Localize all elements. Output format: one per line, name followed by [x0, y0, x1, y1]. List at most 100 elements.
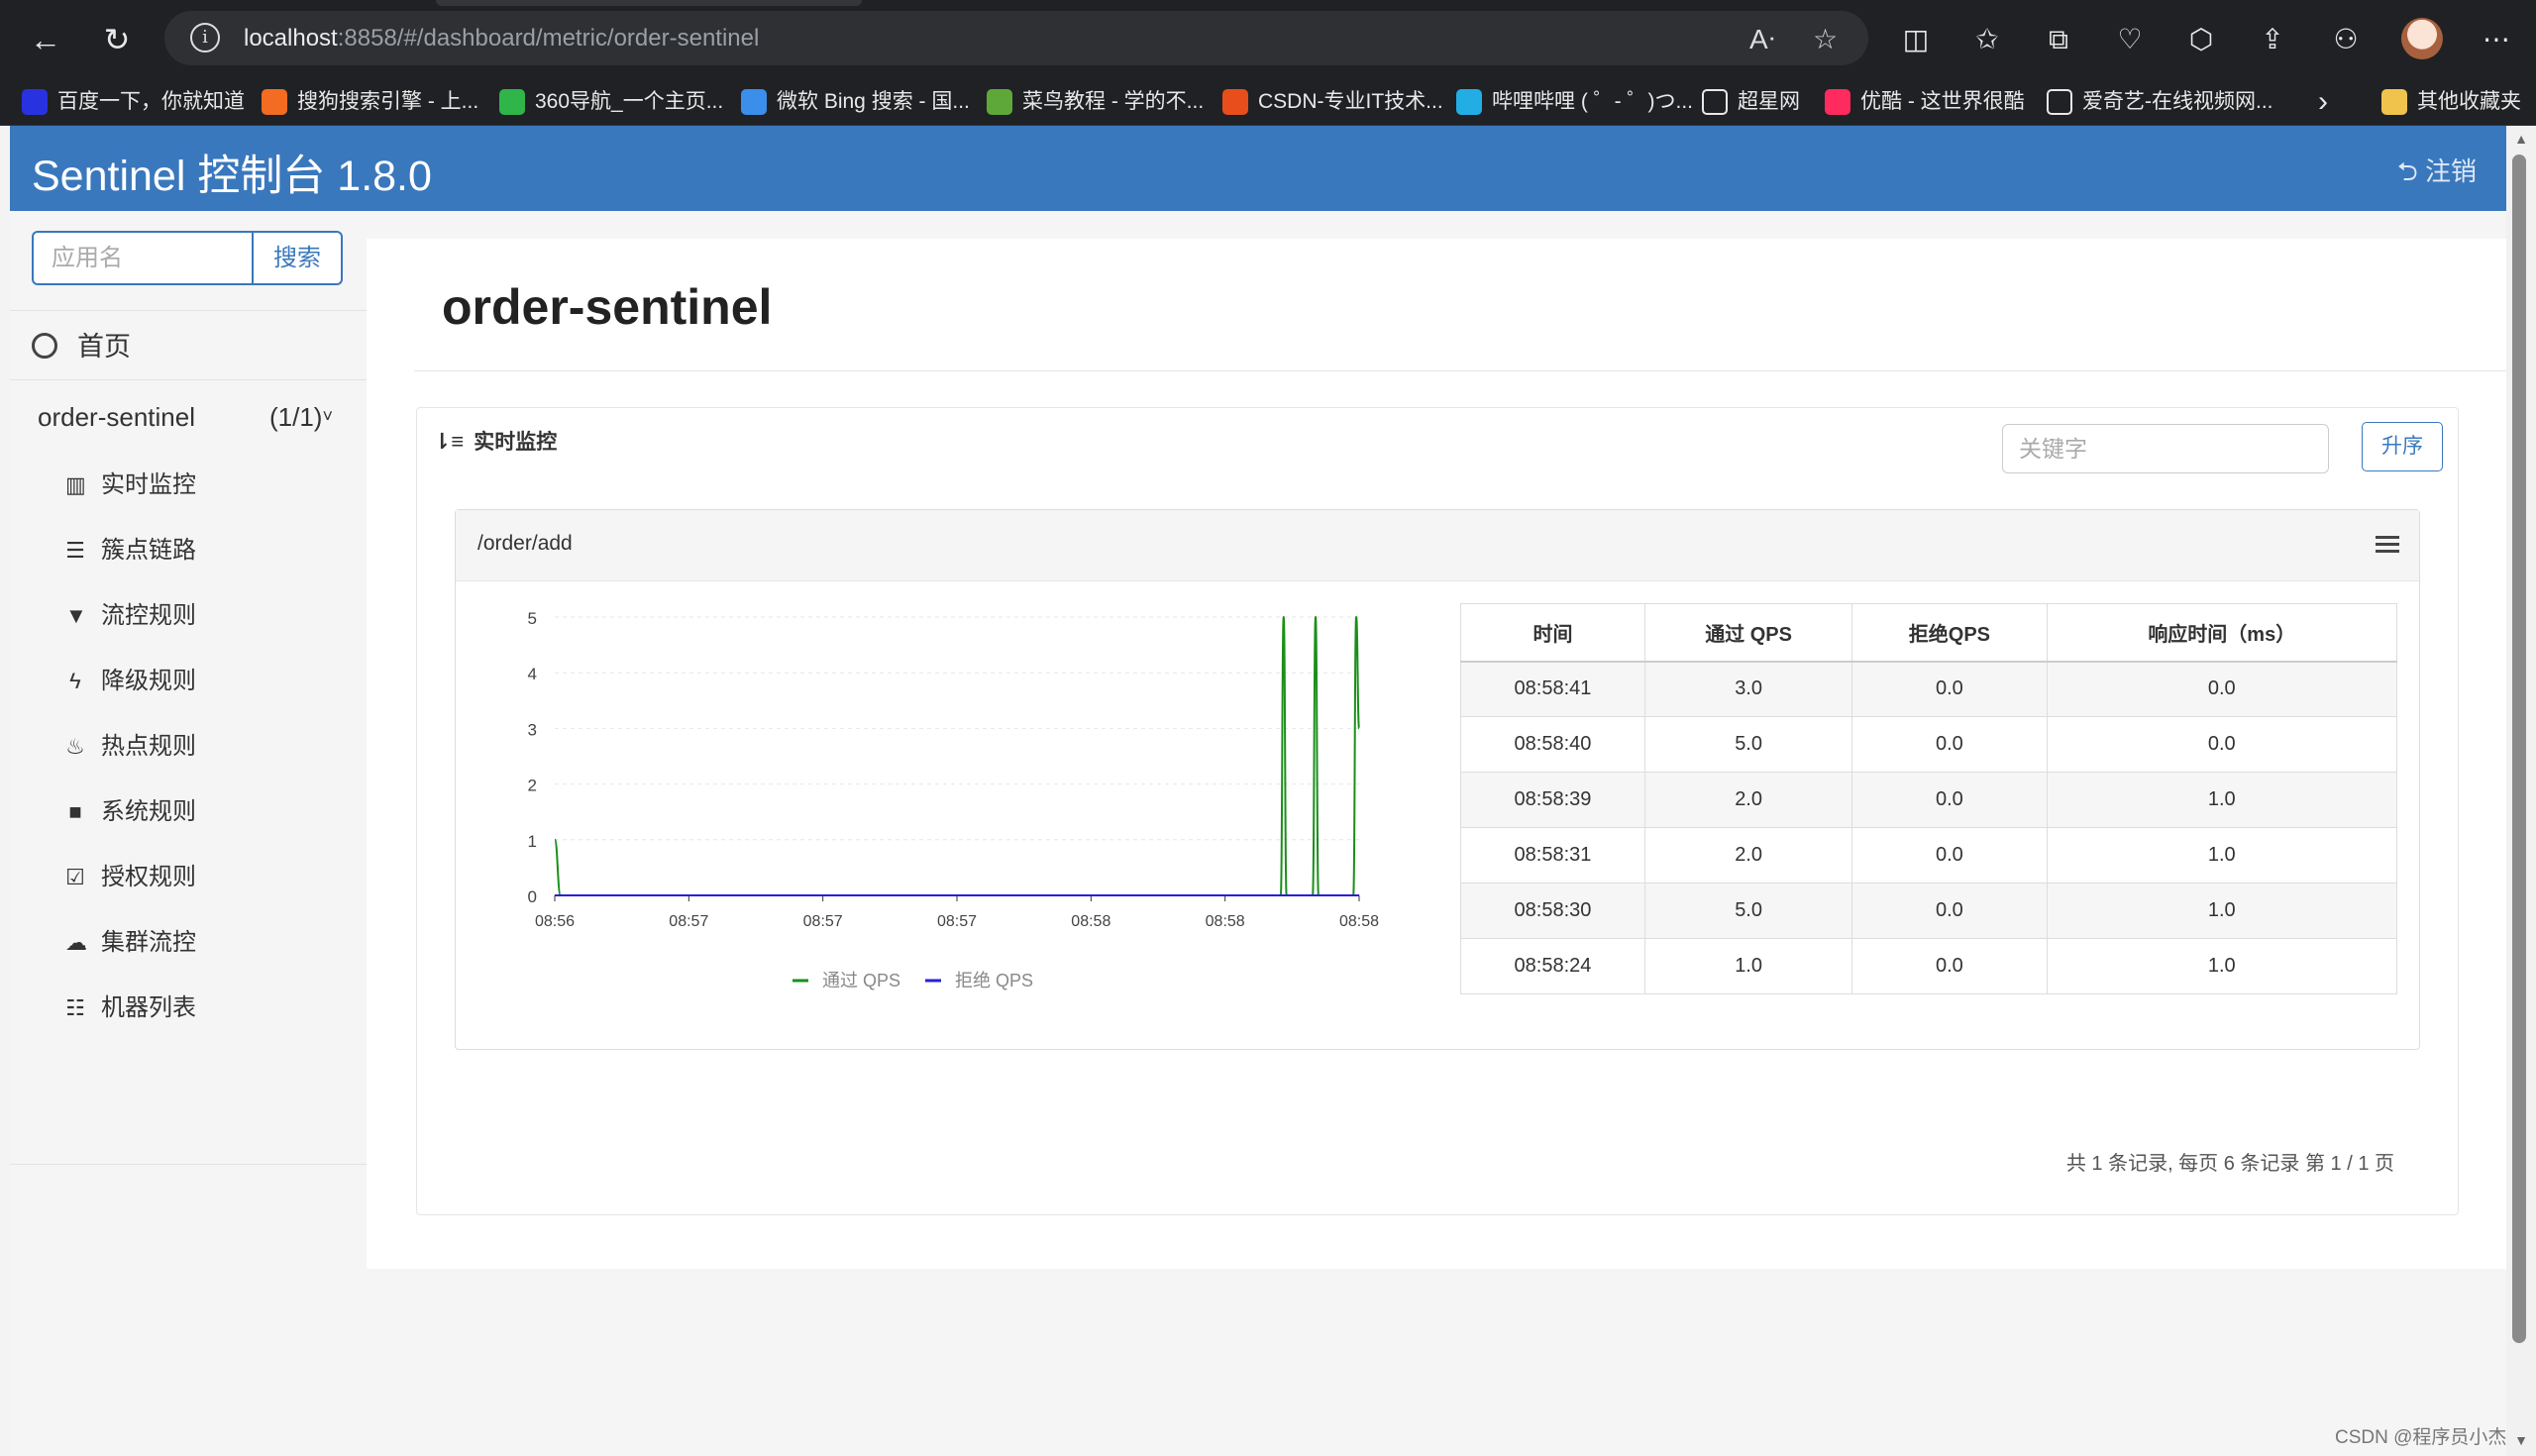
app-machine-count: (1/1)˅	[269, 402, 333, 432]
divider	[10, 310, 367, 311]
reload-icon[interactable]: ↻	[97, 20, 137, 59]
bookmark-item[interactable]: 百度一下，你就知道	[22, 88, 245, 116]
keyword-search-input[interactable]	[2002, 424, 2329, 473]
app-name: order-sentinel	[38, 402, 195, 432]
favorite-star-icon[interactable]: ☆	[1813, 23, 1838, 55]
sidebar: 搜索 首页 order-sentinel (1/1)˅ ▥ 实时监控 ☰ 簇点链路 ▼ 流…	[10, 211, 367, 1456]
sidebar-item-fire[interactable]: ♨ 热点规则	[65, 726, 196, 761]
extension-icon[interactable]: ⬡	[2183, 22, 2219, 57]
bookmark-label: 360导航_一个主页...	[535, 90, 724, 113]
split-screen-icon[interactable]: ◫	[1898, 22, 1934, 57]
youku-icon	[1825, 89, 1850, 115]
scrollbar-thumb[interactable]	[2512, 155, 2526, 1343]
search-button[interactable]: 搜索	[252, 231, 343, 285]
sidebar-item-list-alt[interactable]: ☰ 簇点链路	[65, 530, 196, 565]
bookmarks-bar: 百度一下，你就知道 搜狗搜索引擎 - 上... 360导航_一个主页... 微软 Bi…	[0, 76, 2536, 126]
table-cell: 1.0	[2046, 883, 2398, 939]
table-cell: 0.0	[1851, 772, 2048, 828]
column-header[interactable]: 时间	[1460, 603, 1645, 663]
bookmark-item[interactable]: 微软 Bing 搜索 - 国...	[741, 88, 970, 116]
y-tick-label: 5	[528, 609, 537, 628]
logout-link[interactable]: ⮌ 注销	[2397, 152, 2477, 197]
chevron-down-icon: ˅	[322, 406, 333, 426]
back-arrow-icon[interactable]: ←	[26, 20, 65, 59]
bookmark-item[interactable]: 菜鸟教程 - 学的不...	[987, 88, 1204, 116]
favorites-icon[interactable]: ✩	[1969, 22, 2005, 57]
sidebar-item-check[interactable]: ☑ 授权规则	[65, 857, 196, 891]
sidebar-item-filter[interactable]: ▼ 流控规则	[65, 595, 196, 630]
url-text[interactable]: localhost:8858/#/dashboard/metric/order-…	[244, 25, 759, 52]
sentinel-app: Sentinel 控制台 1.8.0 ⮌ 注销 搜索 首页 order-sent…	[10, 126, 2506, 1456]
column-header[interactable]: 响应时间（ms）	[2046, 603, 2398, 663]
qps-line-chart: 0 1 2 3 4 5 08:56 08:57 08:57 08:57 08:58 08:58 08:5…	[528, 609, 1380, 990]
app-header: Sentinel 控制台 1.8.0 ⮌ 注销	[10, 126, 2506, 211]
y-tick-label: 0	[528, 887, 537, 906]
app-search-input[interactable]	[32, 231, 254, 285]
table-cell: 08:58:31	[1460, 827, 1645, 884]
sidebar-item-home[interactable]: 首页	[32, 325, 131, 364]
sort-ascending-button[interactable]: 升序	[2362, 422, 2443, 471]
profile-avatar[interactable]	[2401, 18, 2443, 59]
column-header[interactable]: 拒绝QPS	[1851, 603, 2048, 663]
pagination-info: 共 1 条记录, 每页 6 条记录 第 1 / 1 页	[2065, 1153, 2394, 1175]
table-cell: 1.0	[2046, 938, 2398, 994]
bookmark-item[interactable]: 哔哩哔哩 ( ゜- ゜)つ...	[1456, 88, 1693, 116]
logout-label: 注销	[2424, 156, 2477, 186]
column-header[interactable]: 通过 QPS	[1643, 603, 1853, 663]
metrics-table: 时间 通过 QPS 拒绝QPS 响应时间（ms） 08:58:41 3.0 0.0 0.0 0…	[1460, 603, 2398, 994]
site-info-icon[interactable]: i	[190, 23, 220, 52]
bilibili-icon	[1456, 89, 1482, 115]
table-cell: 0.0	[1851, 661, 2048, 717]
bar-chart-icon: ▥	[65, 472, 86, 497]
runoob-icon	[987, 89, 1012, 115]
other-bookmarks-folder[interactable]: 其他收藏夹	[2381, 88, 2521, 116]
table-row: 08:58:24 1.0 0.0 1.0	[1460, 938, 2398, 994]
table-cell: 5.0	[1643, 716, 1853, 773]
bookmark-item[interactable]: 爱奇艺-在线视频网...	[2047, 88, 2273, 116]
table-cell: 0.0	[1851, 716, 2048, 773]
collections-icon[interactable]: ⧉	[2041, 22, 2076, 57]
bookmark-item[interactable]: 360导航_一个主页...	[499, 88, 723, 116]
bing-search-icon	[741, 89, 767, 115]
table-cell: 0.0	[2046, 716, 2398, 773]
table-row: 08:58:31 2.0 0.0 1.0	[1460, 827, 2398, 884]
page-title: order-sentinel	[442, 279, 773, 335]
table-header-row: 时间 通过 QPS 拒绝QPS 响应时间（ms）	[1460, 603, 2398, 663]
scroll-up-arrow-icon[interactable]: ▲	[2512, 131, 2530, 149]
sort-icon: ⇂≡	[433, 429, 465, 454]
sidebar-item-th-list[interactable]: ☷ 机器列表	[65, 988, 196, 1022]
bookmark-item[interactable]: CSDN-专业IT技术...	[1222, 88, 1443, 116]
sidebar-item-label: 机器列表	[101, 994, 196, 1021]
sidebar-item-cloud[interactable]: ☁ 集群流控	[65, 922, 196, 957]
scroll-down-arrow-icon[interactable]: ▼	[2512, 1432, 2530, 1450]
more-menu-icon[interactable]: ⋯	[2479, 22, 2514, 57]
bookmark-item[interactable]: 搜狗搜索引擎 - 上...	[262, 88, 478, 116]
sign-out-icon: ⮌	[2396, 156, 2425, 186]
read-aloud-icon[interactable]: Aᐧ	[1749, 23, 1775, 55]
share-icon[interactable]: ⇪	[2255, 22, 2290, 57]
bookmark-item[interactable]: 超星网	[1702, 88, 1800, 116]
table-cell: 0.0	[2046, 661, 2398, 717]
home-label: 首页	[77, 332, 131, 362]
bookmark-item[interactable]: 优酷 - 这世界很酷	[1825, 88, 2025, 116]
sidebar-item-lock[interactable]: ■ 系统规则	[65, 791, 196, 826]
more-bookmarks-chevron-icon[interactable]: ›	[2318, 87, 2328, 117]
menu-icon[interactable]	[2376, 536, 2399, 556]
filter-icon: ▼	[65, 603, 87, 628]
sidebar-app-order-sentinel[interactable]: order-sentinel (1/1)˅	[38, 402, 355, 433]
bookmark-label: CSDN-专业IT技术...	[1258, 90, 1443, 113]
copilot-icon[interactable]: ⚇	[2328, 22, 2364, 57]
bookmark-label: 爱奇艺-在线视频网...	[2082, 90, 2273, 113]
address-bar[interactable]: i localhost:8858/#/dashboard/metric/orde…	[164, 11, 1868, 65]
page-icon	[1702, 89, 1728, 115]
table-cell: 08:58:24	[1460, 938, 1645, 994]
browser-essentials-icon[interactable]: ♡	[2112, 22, 2148, 57]
table-cell: 0.0	[1851, 827, 2048, 884]
sidebar-item-flash[interactable]: ϟ 降级规则	[65, 661, 196, 695]
sidebar-item-bar-chart[interactable]: ▥ 实时监控	[65, 465, 196, 499]
brand-title[interactable]: Sentinel 控制台 1.8.0	[32, 142, 432, 203]
table-row: 08:58:41 3.0 0.0 0.0	[1460, 661, 2398, 717]
table-cell: 0.0	[1851, 938, 2048, 994]
csdn-icon	[1222, 89, 1248, 115]
watermark: CSDN @程序员小杰	[2335, 1427, 2507, 1448]
